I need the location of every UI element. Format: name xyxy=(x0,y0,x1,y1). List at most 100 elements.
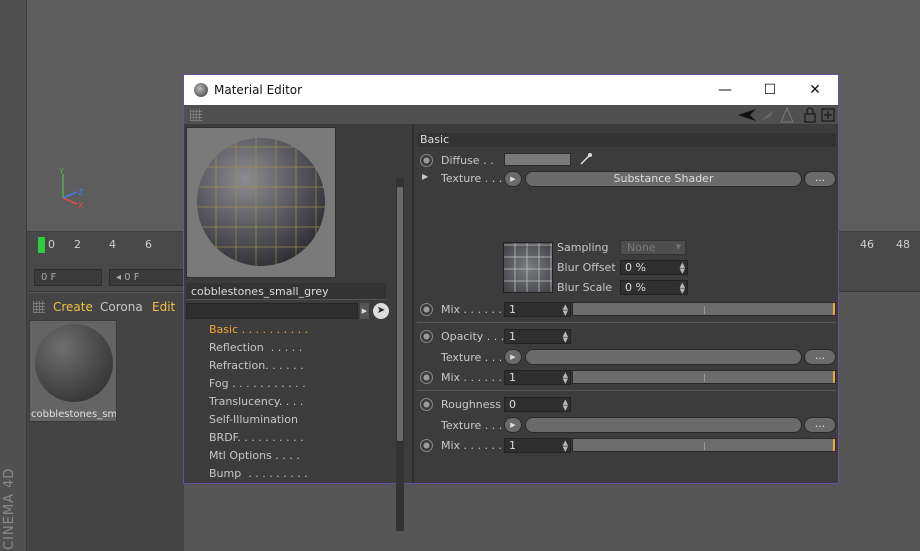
channel-self-illumination[interactable]: Self-Illumination xyxy=(209,413,298,426)
sampling-dropdown[interactable]: None ▼ xyxy=(620,240,686,255)
current-frame-field[interactable]: 0 F xyxy=(34,269,102,286)
menu-edit[interactable]: Edit xyxy=(152,300,175,314)
svg-text:Y: Y xyxy=(58,168,64,176)
channel-mtl-options[interactable]: Mtl Options . . . . xyxy=(209,449,300,462)
up-arrow-icon[interactable] xyxy=(780,107,794,123)
roughness-label: Roughness xyxy=(441,398,502,411)
channel-basic[interactable]: Basic . . . . . . . . . . xyxy=(209,323,308,336)
diffuse-animate-radio[interactable] xyxy=(420,154,433,167)
playhead-marker[interactable] xyxy=(38,237,45,253)
channel-brdf[interactable]: BRDF. . . . . . . . . . xyxy=(209,431,304,444)
back-arrow-icon[interactable] xyxy=(736,108,758,122)
opacity-mix-label: Mix . . . . . . xyxy=(441,371,503,384)
channel-fog[interactable]: Fog . . . . . . . . . . . xyxy=(209,377,306,390)
diffuse-mix-field[interactable]: 1 ▲ ▼ xyxy=(504,302,571,317)
grip-icon[interactable] xyxy=(190,109,202,121)
channel-bump[interactable]: Bump . . . . . . . . . xyxy=(209,467,308,480)
maximize-button[interactable]: ☐ xyxy=(747,75,793,105)
eyedropper-icon[interactable] xyxy=(579,152,593,166)
stepper-icon[interactable]: ▲ ▼ xyxy=(563,399,568,412)
current-frame-value: 0 F xyxy=(41,272,57,283)
diffuse-label: Diffuse . . xyxy=(441,154,494,167)
attributes-pane: Basic Diffuse . . ▶ Texture . . . ▶ Subs… xyxy=(414,125,838,483)
opacity-shader-button[interactable] xyxy=(525,349,802,365)
roughness-more-button[interactable]: ... xyxy=(804,417,836,433)
roughness-animate-radio[interactable] xyxy=(420,398,433,411)
opacity-mix-value: 1 xyxy=(509,371,516,384)
roughness-shader-button[interactable] xyxy=(525,417,802,433)
blur-offset-label: Blur Offset xyxy=(557,261,616,274)
new-panel-icon[interactable] xyxy=(821,108,835,122)
material-name-field[interactable]: cobblestones_small_grey xyxy=(186,283,386,300)
diffuse-more-button[interactable]: ... xyxy=(804,171,836,187)
roughness-mix-radio[interactable] xyxy=(420,439,433,452)
timeline-tick: 46 xyxy=(860,238,874,251)
diffuse-shader-button[interactable]: Substance Shader xyxy=(525,171,802,187)
blur-offset-field[interactable]: 0 % ▲ ▼ xyxy=(620,260,688,275)
channel-translucency[interactable]: Translucency. . . . xyxy=(209,395,303,408)
play-icon[interactable]: ▶ xyxy=(360,303,369,319)
texture-preview-thumbnail xyxy=(503,242,553,293)
timeline-tick: 2 xyxy=(74,238,81,251)
diffuse-mix-slider[interactable] xyxy=(572,302,836,316)
grip-icon[interactable] xyxy=(33,301,45,313)
diffuse-texture-label: Texture . . . xyxy=(441,172,503,185)
timeline-tick: 48 xyxy=(896,238,910,251)
channel-reflection[interactable]: Reflection . . . . . xyxy=(209,341,302,354)
blur-scale-field[interactable]: 0 % ▲ ▼ xyxy=(620,280,688,295)
stepper-icon[interactable]: ▲ ▼ xyxy=(563,372,568,385)
roughness-field[interactable]: 0 ▲ ▼ xyxy=(504,397,571,412)
channel-pane: cobblestones_small_grey ▶ ➤ Basic . . . … xyxy=(184,125,412,531)
timeline-tick: 4 xyxy=(109,238,116,251)
lock-icon[interactable] xyxy=(804,107,816,123)
close-button[interactable]: ✕ xyxy=(792,75,838,105)
material-thumbnail[interactable]: cobblestones_sm xyxy=(29,320,117,422)
roughness-mix-label: Mix . . . . . . xyxy=(441,439,503,452)
roughness-mix-value: 1 xyxy=(509,439,516,452)
diffuse-mix-value: 1 xyxy=(509,303,516,316)
slider-handle[interactable] xyxy=(833,439,835,451)
minimize-button[interactable]: — xyxy=(702,75,748,105)
sampling-label: Sampling xyxy=(557,241,609,254)
expand-triangle-icon[interactable]: ▶ xyxy=(422,172,428,181)
opacity-mix-field[interactable]: 1 ▲ ▼ xyxy=(504,370,571,385)
stepper-icon[interactable]: ▲ ▼ xyxy=(563,331,568,344)
start-frame-field[interactable]: ◂ 0 F xyxy=(109,269,185,286)
opacity-more-button[interactable]: ... xyxy=(804,349,836,365)
opacity-mix-radio[interactable] xyxy=(420,371,433,384)
channel-refraction[interactable]: Refraction. . . . . . xyxy=(209,359,304,372)
forward-arrow-icon[interactable] xyxy=(758,108,776,122)
diffuse-mix-label: Mix . . . . . . xyxy=(441,303,503,316)
menu-create[interactable]: Create xyxy=(53,300,93,314)
channel-search-input[interactable] xyxy=(186,303,358,319)
section-divider xyxy=(417,390,836,391)
roughness-mix-field[interactable]: 1 ▲ ▼ xyxy=(504,438,571,453)
pointer-icon[interactable]: ➤ xyxy=(373,303,389,319)
material-preview[interactable] xyxy=(186,127,336,278)
section-header: Basic xyxy=(417,133,836,147)
roughness-mix-slider[interactable] xyxy=(572,438,836,452)
stepper-icon[interactable]: ▲ ▼ xyxy=(563,304,568,317)
timeline-tick: 0 xyxy=(48,238,55,251)
diffuse-mix-radio[interactable] xyxy=(420,303,433,316)
slider-handle[interactable] xyxy=(833,303,835,315)
stepper-icon[interactable]: ▲ ▼ xyxy=(680,282,685,295)
channel-scroll-thumb[interactable] xyxy=(397,187,403,441)
material-manager-menu: Create Corona Edit xyxy=(27,296,184,318)
slider-handle[interactable] xyxy=(833,371,835,383)
preview-sphere xyxy=(197,138,325,266)
texture-options-icon[interactable]: ▶ xyxy=(504,349,522,365)
stepper-icon[interactable]: ▲ ▼ xyxy=(680,262,685,275)
editor-toolbar xyxy=(184,105,838,125)
menu-corona[interactable]: Corona xyxy=(100,300,143,314)
opacity-field[interactable]: 1 ▲ ▼ xyxy=(504,329,571,344)
window-titlebar[interactable]: Material Editor — ☐ ✕ xyxy=(184,75,838,105)
opacity-animate-radio[interactable] xyxy=(420,330,433,343)
texture-options-icon[interactable]: ▶ xyxy=(504,417,522,433)
diffuse-color-swatch[interactable] xyxy=(504,153,571,166)
stepper-icon[interactable]: ▲ ▼ xyxy=(563,440,568,453)
opacity-mix-slider[interactable] xyxy=(572,370,836,384)
texture-options-icon[interactable]: ▶ xyxy=(504,171,522,187)
axis-gizmo-icon: Y Z X xyxy=(58,168,84,210)
svg-text:Z: Z xyxy=(78,188,84,197)
